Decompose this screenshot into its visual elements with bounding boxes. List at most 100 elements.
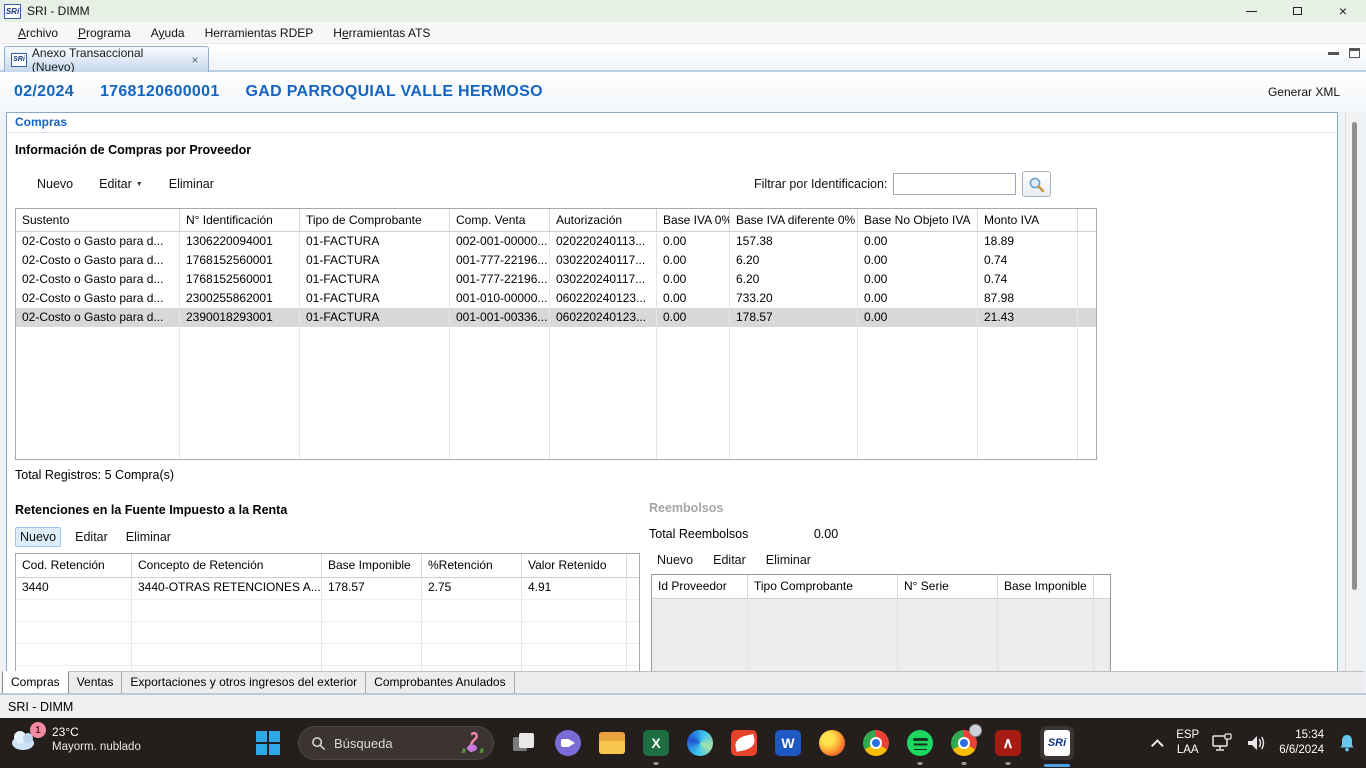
chrome-profile-icon[interactable] xyxy=(950,718,978,768)
sri-dimm-icon[interactable]: SRi xyxy=(1038,718,1076,768)
column-base-imponible[interactable]: Base Imponible xyxy=(998,575,1094,598)
eliminar-label: Eliminar xyxy=(169,177,214,191)
excel-icon[interactable]: X xyxy=(642,718,670,768)
cell xyxy=(450,403,550,422)
date-label: 6/6/2024 xyxy=(1279,743,1324,758)
weather-widget[interactable]: 1 23°C Mayorm. nublado xyxy=(10,725,141,755)
table-row[interactable]: 02-Costo o Gasto para d...13062200940010… xyxy=(16,232,1096,251)
column-base-iva-diferente-0[interactable]: Base IVA diferente 0% xyxy=(730,209,858,231)
acrobat-icon[interactable] xyxy=(994,718,1022,768)
spotify-icon[interactable] xyxy=(906,718,934,768)
filter-input[interactable] xyxy=(893,173,1016,195)
menu-herramientas-rdep[interactable]: Herramientas RDEP xyxy=(195,24,324,42)
menu-ayuda[interactable]: Ayuda xyxy=(141,24,195,42)
column-n-serie[interactable]: N° Serie xyxy=(898,575,998,598)
generar-xml-button[interactable]: Generar XML xyxy=(1268,85,1340,99)
maximize-view-icon[interactable] xyxy=(1349,48,1360,58)
retenciones-editar-button[interactable]: Editar xyxy=(71,528,112,546)
taxpayer-name-label: GAD PARROQUIAL VALLE HERMOSO xyxy=(246,83,543,101)
column-tipo-de-comprobante[interactable]: Tipo de Comprobante xyxy=(300,209,450,231)
reembolsos-editar-button[interactable]: Editar xyxy=(709,551,750,569)
column-base-no-objeto-iva[interactable]: Base No Objeto IVA xyxy=(858,209,978,231)
reembolsos-total: Total Reembolsos 0.00 xyxy=(649,527,838,541)
cell: 0.00 xyxy=(858,308,978,327)
language-switcher[interactable]: ESP LAA xyxy=(1176,728,1199,758)
task-view-icon[interactable] xyxy=(510,718,538,768)
menu-herramientas-ats[interactable]: Herramientas ATS xyxy=(323,24,440,42)
table-row[interactable]: 02-Costo o Gasto para d...23900182930010… xyxy=(16,308,1096,327)
menu-archivo[interactable]: Archivo xyxy=(8,24,68,42)
vertical-scrollbar[interactable] xyxy=(1345,112,1362,693)
compras-nuevo-button[interactable]: Nuevo xyxy=(33,175,77,193)
cell: 0.74 xyxy=(978,270,1078,289)
table-row[interactable]: 34403440-OTRAS RETENCIONES A...178.572.7… xyxy=(16,578,639,600)
column-id-proveedor[interactable]: Id Proveedor xyxy=(652,575,748,598)
cell: 0.00 xyxy=(657,232,730,251)
retenciones-eliminar-button[interactable]: Eliminar xyxy=(122,528,175,546)
search-button[interactable] xyxy=(1022,171,1051,197)
network-icon[interactable] xyxy=(1211,733,1233,753)
column-base-iva-0[interactable]: Base IVA 0% xyxy=(657,209,730,231)
restore-button[interactable] xyxy=(1274,0,1320,22)
speaker-icon[interactable] xyxy=(1245,734,1267,752)
tray-chevron-icon[interactable] xyxy=(1151,739,1164,752)
clock[interactable]: 15:34 6/6/2024 xyxy=(1279,728,1324,758)
cell-filler xyxy=(1094,618,1110,637)
column-sustento[interactable]: Sustento xyxy=(16,209,180,231)
chat-icon[interactable] xyxy=(554,718,582,768)
tab-exportaciones-y-otros-ingresos-del-exterior[interactable]: Exportaciones y otros ingresos del exter… xyxy=(122,672,366,693)
reembolsos-eliminar-button[interactable]: Eliminar xyxy=(762,551,815,569)
firefox-icon[interactable] xyxy=(818,718,846,768)
cell: 2.75 xyxy=(422,578,522,599)
scrollbar-thumb[interactable] xyxy=(1352,122,1357,590)
cell xyxy=(132,622,322,643)
cell-filler xyxy=(1078,441,1096,460)
cell: 030220240117... xyxy=(550,251,657,270)
column-autorizaci-n[interactable]: Autorización xyxy=(550,209,657,231)
column-monto-iva[interactable]: Monto IVA xyxy=(978,209,1078,231)
chrome-icon[interactable] xyxy=(862,718,890,768)
column-n-identificaci-n[interactable]: N° Identificación xyxy=(180,209,300,231)
tab-anexo-transaccional[interactable]: SRi Anexo Transaccional (Nuevo) × xyxy=(4,46,209,72)
column-tipo-comprobante[interactable]: Tipo Comprobante xyxy=(748,575,898,598)
column-base-imponible[interactable]: Base Imponible xyxy=(322,554,422,577)
menu-programa[interactable]: Programa xyxy=(68,24,141,42)
compras-eliminar-button[interactable]: Eliminar xyxy=(165,175,218,193)
column-concepto-de-retenci-n[interactable]: Concepto de Retención xyxy=(132,554,322,577)
cell xyxy=(730,441,858,460)
edge-icon[interactable] xyxy=(686,718,714,768)
cell xyxy=(550,441,657,460)
tab-comprobantes-anulados[interactable]: Comprobantes Anulados xyxy=(366,672,514,693)
cell xyxy=(450,327,550,346)
minimize-button[interactable] xyxy=(1228,0,1274,22)
table-row xyxy=(652,599,1110,618)
column-cod-retenci-n[interactable]: Cod. Retención xyxy=(16,554,132,577)
reembolsos-nuevo-button[interactable]: Nuevo xyxy=(653,551,697,569)
cell xyxy=(998,656,1094,672)
start-button[interactable] xyxy=(254,718,282,768)
cell-filler xyxy=(627,622,639,643)
cell: 2300255862001 xyxy=(180,289,300,308)
column-valor-retenido[interactable]: Valor Retenido xyxy=(522,554,627,577)
tab-close-icon[interactable]: × xyxy=(188,53,202,67)
foxit-pdf-icon[interactable] xyxy=(730,718,758,768)
word-icon[interactable]: W xyxy=(774,718,802,768)
tab-compras[interactable]: Compras xyxy=(2,671,69,693)
minimize-view-icon[interactable] xyxy=(1328,52,1339,55)
tab-ventas[interactable]: Ventas xyxy=(69,672,123,693)
column-retenci-n[interactable]: %Retención xyxy=(422,554,522,577)
close-button[interactable]: × xyxy=(1320,0,1366,22)
cell xyxy=(422,622,522,643)
table-row[interactable]: 02-Costo o Gasto para d...17681525600010… xyxy=(16,270,1096,289)
cell: 4.91 xyxy=(522,578,627,599)
notification-bell-icon[interactable] xyxy=(1336,733,1358,753)
column-comp-venta[interactable]: Comp. Venta xyxy=(450,209,550,231)
compras-editar-button[interactable]: Editar▼ xyxy=(95,175,147,193)
cell xyxy=(180,346,300,365)
table-row[interactable]: 02-Costo o Gasto para d...23002558620010… xyxy=(16,289,1096,308)
file-explorer-icon[interactable] xyxy=(598,718,626,768)
cell: 0.00 xyxy=(657,308,730,327)
table-row[interactable]: 02-Costo o Gasto para d...17681525600010… xyxy=(16,251,1096,270)
search-box[interactable]: Búsqueda xyxy=(298,726,494,760)
retenciones-nuevo-button[interactable]: Nuevo xyxy=(15,527,61,547)
